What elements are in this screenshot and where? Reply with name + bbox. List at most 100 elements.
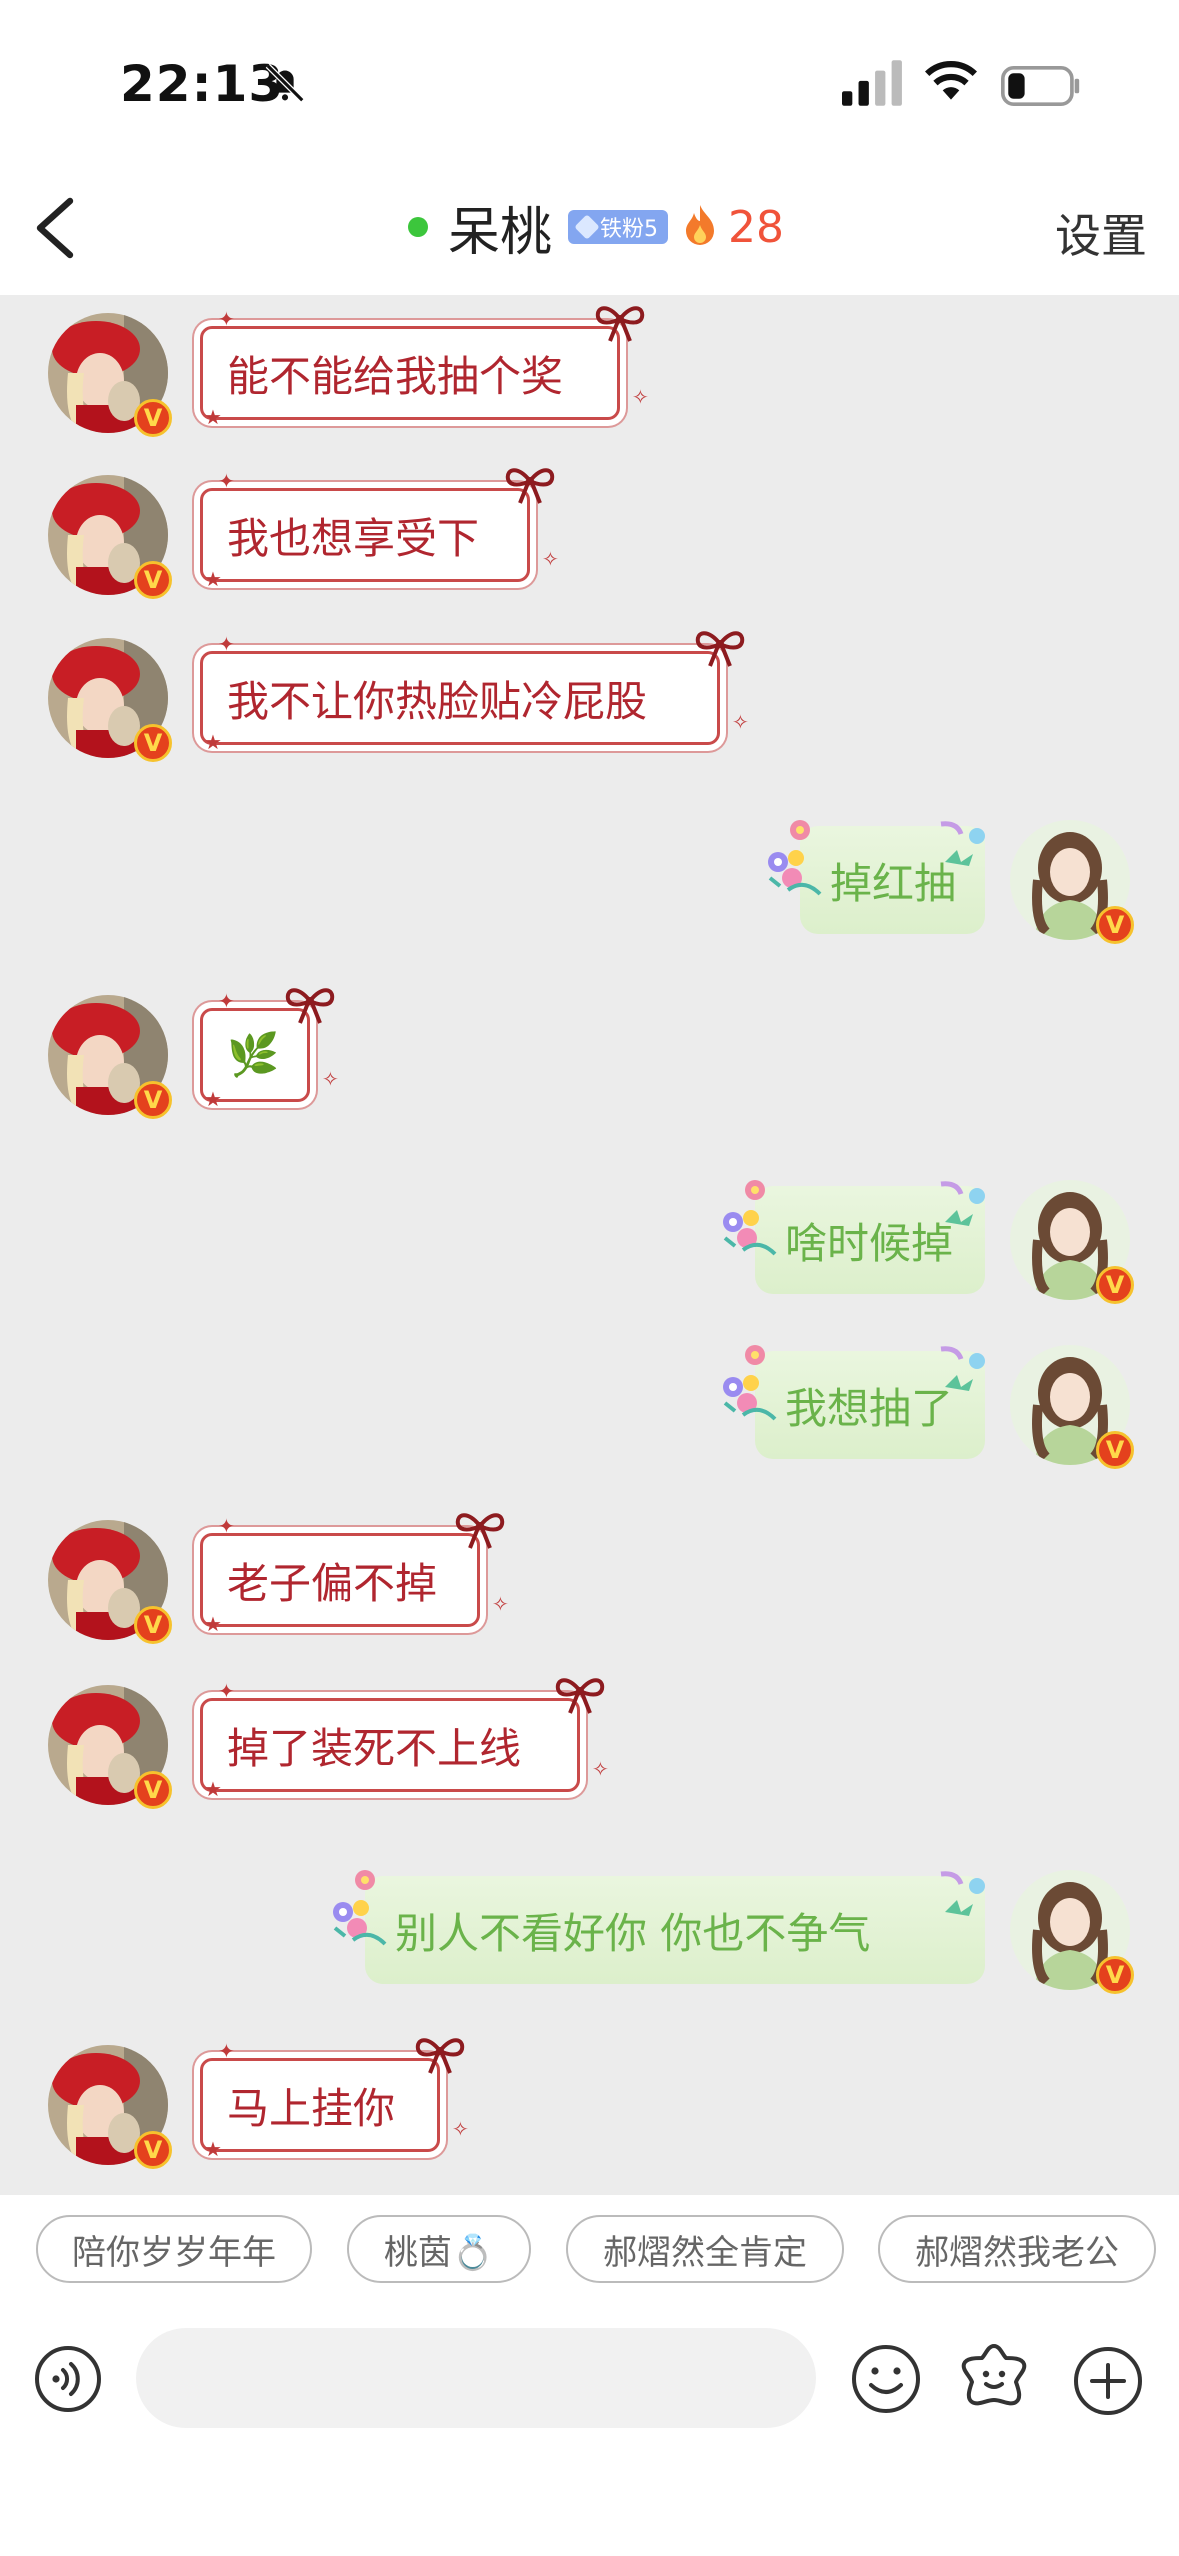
sparkle-icon: ✧ — [452, 2117, 469, 2141]
flower-decoration-icon — [325, 1868, 395, 1948]
verified-badge-icon: V — [134, 724, 172, 762]
contact-avatar[interactable]: V — [48, 1685, 172, 1809]
bow-decoration-icon — [552, 1675, 608, 1715]
bell-slash-icon — [265, 63, 305, 103]
my-avatar[interactable]: V — [1010, 820, 1134, 944]
sparkle-icon: ★ — [204, 1087, 222, 1111]
ribbon-decoration-icon — [933, 818, 993, 868]
sparkle-icon: ✧ — [632, 385, 649, 409]
message-text: 能不能给我抽个奖 — [227, 351, 564, 401]
ribbon-decoration-icon — [933, 1178, 993, 1228]
sparkle-icon: ✧ — [542, 547, 559, 571]
sparkle-icon: ★ — [204, 1777, 222, 1801]
verified-badge-icon: V — [134, 1081, 172, 1119]
sparkle-icon: ★ — [204, 1612, 222, 1636]
contact-name[interactable]: 呆桃 — [448, 190, 552, 265]
message-text: 啥时候掉 — [785, 1218, 954, 1268]
message-bubble-received[interactable]: 我也想享受下 — [200, 488, 530, 582]
sparkle-icon: ✧ — [322, 1067, 339, 1091]
bow-decoration-icon — [502, 465, 558, 505]
ribbon-decoration-icon — [933, 1343, 993, 1393]
battery-icon — [1000, 66, 1080, 106]
contact-avatar[interactable]: V — [48, 313, 172, 437]
streak-count: 28 — [728, 201, 785, 253]
verified-badge-icon: V — [134, 399, 172, 437]
message-text: 我也想享受下 — [227, 513, 480, 563]
verified-badge-icon: V — [134, 561, 172, 599]
message-text: 老子偏不掉 — [227, 1558, 438, 1608]
fan-level-label: 铁粉5 — [600, 217, 659, 242]
message-text: 我想抽了 — [785, 1383, 954, 1433]
sticker-flower-icon[interactable] — [958, 2340, 1030, 2416]
bow-decoration-icon — [452, 1510, 508, 1550]
contact-avatar[interactable]: V — [48, 2045, 172, 2169]
quick-reply-chip[interactable]: 桃茵💍 — [347, 2215, 531, 2283]
verified-badge-icon: V — [134, 1771, 172, 1809]
bow-decoration-icon — [412, 2035, 468, 2075]
contact-avatar[interactable]: V — [48, 995, 172, 1119]
quick-reply-chip[interactable]: 郝熠然全肯定 — [566, 2215, 844, 2283]
online-status-dot — [408, 217, 428, 237]
sparkle-icon: ✦ — [218, 989, 235, 1013]
settings-button[interactable]: 设置 — [1055, 200, 1147, 266]
contact-avatar[interactable]: V — [48, 638, 172, 762]
verified-badge-icon: V — [1096, 1266, 1134, 1304]
sparkle-icon: ★ — [204, 567, 222, 591]
verified-badge-icon: V — [1096, 1956, 1134, 1994]
message-bubble-received[interactable]: 老子偏不掉 — [200, 1533, 480, 1627]
sparkle-icon: ★ — [204, 405, 222, 429]
message-bubble-received[interactable]: 掉了装死不上线 — [200, 1698, 580, 1792]
my-avatar[interactable]: V — [1010, 1345, 1134, 1469]
verified-badge-icon: V — [134, 2131, 172, 2169]
sparkle-icon: ✦ — [218, 2039, 235, 2063]
emoji-face-icon[interactable] — [850, 2343, 922, 2415]
voice-icon[interactable] — [34, 2345, 102, 2413]
chat-area[interactable]: V 能不能给我抽个奖 ✦ ✧ ★ V 我也想享受下 ✦ ✧ ★ V 我不让你热脸贴冷屁股 ✦ ✧ ★ V 掉红抽… — [0, 295, 1179, 2195]
flame-icon — [686, 205, 715, 245]
emoji-message: 🌿 — [227, 1030, 280, 1079]
message-bubble-sent[interactable]: 别人不看好你 你也不争气 — [365, 1876, 985, 1984]
verified-badge-icon: V — [134, 1606, 172, 1644]
chevron-left-icon[interactable] — [30, 195, 80, 261]
chat-title: 呆桃 铁粉5 28 — [408, 195, 785, 263]
sparkle-icon: ✧ — [492, 1592, 509, 1616]
quick-reply-chip[interactable]: 陪你岁岁年年 — [36, 2215, 312, 2283]
message-bubble-received[interactable]: 能不能给我抽个奖 — [200, 326, 620, 420]
diamond-icon — [574, 214, 600, 240]
sparkle-icon: ✦ — [218, 307, 235, 331]
message-input[interactable] — [136, 2328, 816, 2428]
plus-icon[interactable] — [1072, 2345, 1144, 2417]
message-text: 掉了装死不上线 — [227, 1723, 522, 1773]
message-text: 我不让你热脸贴冷屁股 — [227, 676, 648, 726]
flower-decoration-icon — [715, 1343, 785, 1423]
message-text: 马上挂你 — [227, 2083, 396, 2133]
message-bubble-received[interactable]: 我不让你热脸贴冷屁股 — [200, 651, 720, 745]
sparkle-icon: ✧ — [592, 1757, 609, 1781]
status-bar: 22:13 — [0, 0, 1179, 170]
bow-decoration-icon — [282, 985, 338, 1025]
contact-avatar[interactable]: V — [48, 475, 172, 599]
ribbon-decoration-icon — [933, 1868, 993, 1918]
sparkle-icon: ✧ — [732, 710, 749, 734]
bow-decoration-icon — [692, 628, 748, 668]
signal-icon — [842, 60, 902, 106]
sparkle-icon: ✦ — [218, 632, 235, 656]
sparkle-icon: ✦ — [218, 469, 235, 493]
verified-badge-icon: V — [1096, 906, 1134, 944]
sparkle-icon: ✦ — [218, 1514, 235, 1538]
quick-reply-chip[interactable]: 郝熠然我老公 — [878, 2215, 1156, 2283]
wifi-icon — [925, 61, 977, 100]
my-avatar[interactable]: V — [1010, 1180, 1134, 1304]
sparkle-icon: ★ — [204, 2137, 222, 2161]
status-time: 22:13 — [120, 55, 285, 113]
fan-level-badge[interactable]: 铁粉5 — [568, 210, 669, 244]
message-text: 别人不看好你 你也不争气 — [395, 1908, 871, 1958]
sparkle-icon: ★ — [204, 730, 222, 754]
flower-decoration-icon — [760, 818, 830, 898]
contact-avatar[interactable]: V — [48, 1520, 172, 1644]
verified-badge-icon: V — [1096, 1431, 1134, 1469]
message-bubble-received[interactable]: 马上挂你 — [200, 2058, 440, 2152]
flower-decoration-icon — [715, 1178, 785, 1258]
bow-decoration-icon — [592, 303, 648, 343]
my-avatar[interactable]: V — [1010, 1870, 1134, 1994]
